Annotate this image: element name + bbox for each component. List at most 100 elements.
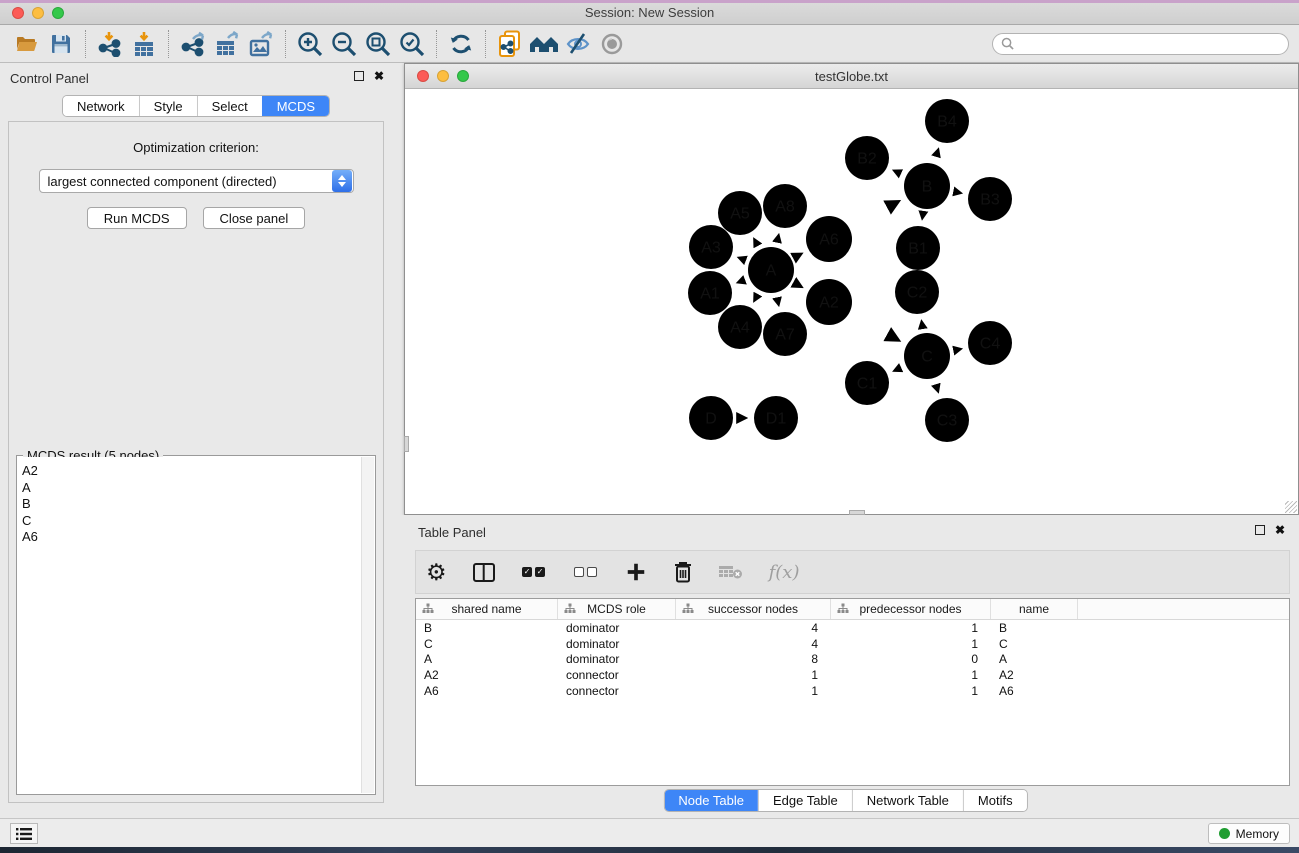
table-cell[interactable]: connector [558,684,676,698]
table-cell[interactable]: 4 [676,637,831,651]
graph-node-A4[interactable]: A4 [718,305,762,349]
tab-node-table[interactable]: Node Table [664,790,758,811]
memory-button[interactable]: Memory [1208,823,1290,844]
graph-edge-A-A7[interactable] [776,293,778,304]
open-file-icon[interactable] [10,28,44,60]
graph-node-C3[interactable]: C3 [925,398,969,442]
table-cell[interactable]: 1 [831,637,991,651]
delete-icon[interactable] [673,557,693,587]
graph-edge-B-B1[interactable] [922,210,923,219]
tab-motifs[interactable]: Motifs [963,790,1027,811]
tab-style[interactable]: Style [139,96,197,116]
graph-node-D1[interactable]: D1 [754,396,798,440]
graph-node-B4[interactable]: B4 [925,99,969,143]
table-cell[interactable]: 1 [676,684,831,698]
table-cell[interactable]: A6 [991,684,1078,698]
table-cell[interactable]: A [416,652,558,666]
result-scrollbar[interactable] [361,457,374,793]
close-table-panel-icon[interactable]: ✖ [1275,525,1285,535]
graph-edge-C-C3[interactable] [934,379,938,391]
graph-node-B2[interactable]: B2 [845,136,889,180]
column-header-shared-name[interactable]: shared name [416,599,558,619]
table-cell[interactable]: B [991,621,1078,635]
save-session-icon[interactable] [44,28,78,60]
graph-edge-A-A8[interactable] [776,235,778,246]
table-cell[interactable]: 1 [831,684,991,698]
network-canvas[interactable]: AA1A2A3A4A5A6A7A8BB1B2B3B4CC1C2C3C4DD1 [405,89,1298,514]
graph-edge-A-A2[interactable] [792,282,801,287]
graph-node-B3[interactable]: B3 [968,177,1012,221]
column-header-name[interactable]: name [991,599,1078,619]
table-cell[interactable]: 1 [831,621,991,635]
graph-node-A1[interactable]: A1 [688,271,732,315]
search-field[interactable] [992,33,1289,55]
result-list-item[interactable]: A [22,480,357,497]
graph-edge-B-B2[interactable] [894,171,905,176]
graph-node-B[interactable]: B [904,163,950,209]
tab-edge-table[interactable]: Edge Table [758,790,852,811]
refresh-layout-icon[interactable] [444,28,478,60]
network-window-titlebar[interactable]: testGlobe.txt [405,64,1298,89]
table-row[interactable]: A6connector11A6 [416,683,1289,699]
graph-edge-A2-C[interactable] [850,314,898,340]
task-history-button[interactable] [10,823,38,844]
table-cell[interactable]: 8 [676,652,831,666]
tab-network-table[interactable]: Network Table [852,790,963,811]
table-row[interactable]: Adominator80A [416,652,1289,668]
table-cell[interactable]: 1 [676,668,831,682]
graph-edge-B-B3[interactable] [951,191,961,193]
hide-graphics-details-icon[interactable] [561,28,595,60]
tab-select[interactable]: Select [197,96,262,116]
zoom-in-icon[interactable] [293,28,327,60]
graph-edge-C-C2[interactable] [922,322,924,333]
graph-node-A3[interactable]: A3 [689,225,733,269]
import-table-icon[interactable] [127,28,161,60]
function-builder-icon[interactable]: f(x) [769,557,800,587]
zoom-fit-icon[interactable] [361,28,395,60]
graph-node-D[interactable]: D [689,396,733,440]
table-row[interactable]: Cdominator41C [416,636,1289,652]
table-cell[interactable]: dominator [558,652,676,666]
graph-node-B1[interactable]: B1 [896,226,940,270]
columns-icon[interactable] [473,557,495,587]
graph-edge-A-A3[interactable] [739,258,749,262]
run-mcds-button[interactable]: Run MCDS [87,207,187,229]
column-header-successor-nodes[interactable]: successor nodes [676,599,831,619]
close-panel-button[interactable]: Close panel [203,207,306,229]
graph-node-C[interactable]: C [904,333,950,379]
table-cell[interactable]: A2 [991,668,1078,682]
export-network-icon[interactable] [176,28,210,60]
splitter-grip-vertical[interactable] [404,436,409,452]
table-cell[interactable]: A2 [416,668,558,682]
float-panel-icon[interactable] [354,71,364,81]
graph-node-C1[interactable]: C1 [845,361,889,405]
export-image-icon[interactable] [244,28,278,60]
table-row[interactable]: A2connector11A2 [416,667,1289,683]
select-all-checkboxes-icon[interactable]: ✓✓ [521,557,547,587]
table-cell[interactable]: connector [558,668,676,682]
tab-network[interactable]: Network [63,96,139,116]
import-network-icon[interactable] [93,28,127,60]
graph-edge-B-B4[interactable] [934,150,938,163]
graph-node-A7[interactable]: A7 [763,312,807,356]
cybrowser-home-icon[interactable] [527,28,561,60]
graph-node-C4[interactable]: C4 [968,321,1012,365]
table-cell[interactable]: dominator [558,621,676,635]
result-list-item[interactable]: A2 [22,463,357,480]
network-graph[interactable]: AA1A2A3A4A5A6A7A8BB1B2B3B4CC1C2C3C4DD1 [405,89,1298,514]
new-network-from-selection-icon[interactable] [493,28,527,60]
zoom-out-icon[interactable] [327,28,361,60]
column-header-predecessor-nodes[interactable]: predecessor nodes [831,599,991,619]
graph-node-A8[interactable]: A8 [763,184,807,228]
graph-edge-A-A6[interactable] [792,254,801,259]
result-list-item[interactable]: C [22,513,357,530]
zoom-selected-icon[interactable] [395,28,429,60]
table-cell[interactable]: C [416,637,558,651]
graph-edge-A-A5[interactable] [754,239,759,249]
close-panel-icon[interactable]: ✖ [374,71,384,81]
table-cell[interactable]: 4 [676,621,831,635]
graph-node-A[interactable]: A [748,247,794,293]
optimization-criterion-dropdown[interactable]: largest connected component (directed) [39,169,354,193]
bird-eye-view-icon[interactable] [595,28,629,60]
table-cell[interactable]: B [416,621,558,635]
